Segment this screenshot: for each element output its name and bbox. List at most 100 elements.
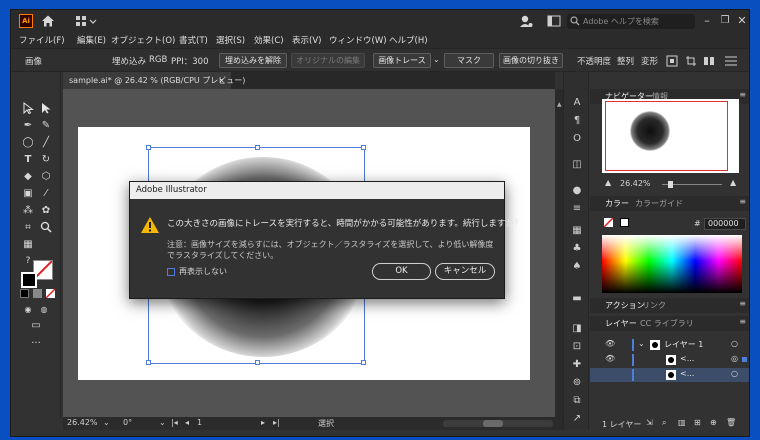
tab-cc-libraries[interactable]: CC ライブラリ bbox=[640, 318, 694, 329]
layer-row[interactable]: 👁 ⌄ レイヤー 1 ○ bbox=[590, 338, 749, 352]
graphic-styles-panel-icon[interactable]: ▬ bbox=[570, 292, 584, 306]
symbols-panel-icon[interactable]: ♣ bbox=[570, 242, 584, 256]
new-sublayer-icon[interactable]: ⊞ bbox=[694, 418, 701, 427]
menu-effect[interactable]: 効果(C) bbox=[254, 34, 284, 46]
panel-menu-icon[interactable]: ≡ bbox=[739, 299, 746, 308]
image-trace-dropdown-icon[interactable]: ⌄ bbox=[433, 55, 440, 64]
minimize-button[interactable]: – bbox=[699, 13, 715, 29]
mask-button[interactable]: マスク bbox=[444, 53, 494, 68]
selection-tool-icon[interactable] bbox=[21, 101, 35, 116]
align-panel-icon[interactable]: ⊚ bbox=[570, 376, 584, 390]
panel-menu-icon[interactable]: ≡ bbox=[739, 90, 746, 99]
rotate-tool-icon[interactable]: ↻ bbox=[39, 153, 53, 167]
ellipse-tool-icon[interactable]: ◯ bbox=[21, 136, 35, 150]
gradient-tool-icon[interactable]: ▣ bbox=[21, 187, 35, 201]
tab-links[interactable]: リンク bbox=[642, 300, 666, 311]
zoom-dropdown-icon[interactable]: ⌄ bbox=[103, 418, 110, 427]
resize-handle[interactable] bbox=[361, 360, 366, 365]
delete-layer-icon[interactable]: 🗑 bbox=[726, 418, 736, 427]
libraries-panel-icon[interactable]: ⧉ bbox=[570, 394, 584, 408]
tab-color-guide[interactable]: カラーガイド bbox=[635, 198, 683, 209]
target-icon[interactable]: ○ bbox=[731, 339, 738, 348]
close-document-icon[interactable]: × bbox=[218, 72, 225, 89]
help-search-input[interactable]: Adobe ヘルプを検索 bbox=[567, 14, 695, 29]
export-layers-icon[interactable]: ⇲ bbox=[646, 418, 653, 427]
last-artboard-icon[interactable]: ▸| bbox=[273, 418, 280, 427]
stroke-panel-icon[interactable]: ≡ bbox=[570, 202, 584, 216]
paragraph-panel-icon[interactable]: ¶ bbox=[570, 114, 584, 128]
resize-handle[interactable] bbox=[255, 145, 260, 150]
menu-type[interactable]: 書式(T) bbox=[179, 34, 208, 46]
navigator-view-box[interactable] bbox=[605, 101, 728, 171]
menu-select[interactable]: 選択(S) bbox=[216, 34, 245, 46]
artboard-number[interactable]: 1 bbox=[197, 418, 202, 427]
menu-help[interactable]: ヘルプ(H) bbox=[389, 34, 428, 46]
clipping-mask-icon[interactable]: ▥ bbox=[678, 418, 686, 427]
paintbrush-tool-icon[interactable]: ╱ bbox=[39, 136, 53, 150]
menu-window[interactable]: ウィンドウ(W) bbox=[329, 34, 387, 46]
layer-name[interactable]: レイヤー 1 bbox=[664, 339, 703, 350]
resize-handle[interactable] bbox=[146, 145, 151, 150]
dont-show-again-label[interactable]: 再表示しない bbox=[179, 266, 227, 277]
visibility-eye-icon[interactable]: 👁 bbox=[605, 354, 615, 363]
new-layer-icon[interactable]: ⊕ bbox=[710, 418, 717, 427]
eyedropper-tool-icon[interactable]: ⁄ bbox=[39, 187, 53, 201]
cancel-button[interactable]: キャンセル bbox=[435, 263, 495, 280]
rotation-dropdown-icon[interactable]: ⌄ bbox=[159, 418, 166, 427]
swatches-panel-icon[interactable]: ▦ bbox=[570, 224, 584, 238]
blend-tool-icon[interactable]: ⁂ bbox=[21, 204, 35, 218]
rotation-value[interactable]: 0° bbox=[123, 418, 132, 427]
navigator-preview[interactable] bbox=[602, 99, 739, 173]
crop-tool-icon[interactable] bbox=[685, 55, 697, 67]
hex-color-input[interactable]: 000000 bbox=[704, 218, 746, 230]
menu-view[interactable]: 表示(V) bbox=[292, 34, 321, 46]
menu-edit[interactable]: 編集(E) bbox=[77, 34, 106, 46]
color-stroke-swatch[interactable] bbox=[620, 218, 629, 227]
layer-name[interactable]: <... bbox=[680, 369, 694, 378]
resize-handle[interactable] bbox=[146, 360, 151, 365]
locate-object-icon[interactable]: ⌕ bbox=[662, 418, 666, 428]
stroke-swatch[interactable] bbox=[21, 272, 37, 288]
asset-export-panel-icon[interactable]: ◨ bbox=[570, 322, 584, 336]
target-icon[interactable]: ○ bbox=[731, 369, 738, 378]
navigator-zoom-slider[interactable] bbox=[662, 181, 722, 188]
appearance-panel-icon[interactable]: ● bbox=[570, 184, 584, 198]
layer-row[interactable]: 👁 <... ◎ bbox=[590, 353, 749, 367]
next-artboard-icon[interactable]: ▸ bbox=[261, 418, 265, 427]
navigator-zoom-value[interactable]: 26.42% bbox=[620, 179, 651, 188]
tab-layers[interactable]: レイヤー bbox=[605, 318, 637, 329]
resize-handle[interactable] bbox=[255, 360, 260, 365]
isolate-icon[interactable] bbox=[666, 55, 678, 67]
first-artboard-icon[interactable]: |◂ bbox=[171, 418, 178, 427]
color-mode-icon[interactable] bbox=[20, 289, 29, 298]
crop-image-button[interactable]: 画像の切り抜き bbox=[499, 53, 563, 68]
zoom-level[interactable]: 26.42% bbox=[67, 418, 98, 427]
menu-object[interactable]: オブジェクト(O) bbox=[111, 34, 175, 46]
tab-color[interactable]: カラー bbox=[605, 198, 629, 209]
zoom-out-icon[interactable]: ▲ bbox=[605, 178, 611, 187]
scroll-up-icon[interactable]: ▲ bbox=[557, 101, 562, 108]
maximize-button[interactable]: ❐ bbox=[717, 13, 733, 29]
pathfinder-panel-icon[interactable]: ⊡ bbox=[570, 340, 584, 354]
menu-file[interactable]: ファイル(F) bbox=[19, 34, 65, 46]
type-tool-icon[interactable]: T bbox=[21, 153, 35, 167]
arrange-icon[interactable] bbox=[703, 55, 715, 67]
screen-mode-icon[interactable]: ▭ bbox=[29, 319, 43, 333]
canvas-horizontal-scrollbar[interactable] bbox=[443, 420, 553, 427]
resize-handle[interactable] bbox=[361, 145, 366, 150]
canvas-vertical-scrollbar[interactable]: ▲ bbox=[555, 89, 563, 417]
opentype-panel-icon[interactable]: O bbox=[570, 132, 584, 146]
color-spectrum[interactable] bbox=[602, 235, 742, 293]
home-icon[interactable] bbox=[41, 14, 55, 28]
draw-mode-icon[interactable]: ◉ bbox=[21, 303, 35, 317]
image-trace-button[interactable]: 画像トレース bbox=[373, 53, 431, 68]
dont-show-again-checkbox[interactable] bbox=[167, 268, 175, 276]
curvature-tool-icon[interactable]: ✎ bbox=[39, 119, 53, 133]
direct-selection-tool-icon[interactable] bbox=[39, 102, 53, 116]
workspace-switcher-icon[interactable] bbox=[75, 15, 97, 27]
expand-chevron-icon[interactable]: ⌄ bbox=[638, 339, 645, 348]
prev-artboard-icon[interactable]: ◂ bbox=[185, 418, 189, 427]
zoom-in-icon[interactable]: ▲ bbox=[730, 178, 736, 187]
gradient-mode-icon[interactable] bbox=[33, 289, 42, 298]
tab-actions[interactable]: アクション bbox=[605, 300, 645, 311]
